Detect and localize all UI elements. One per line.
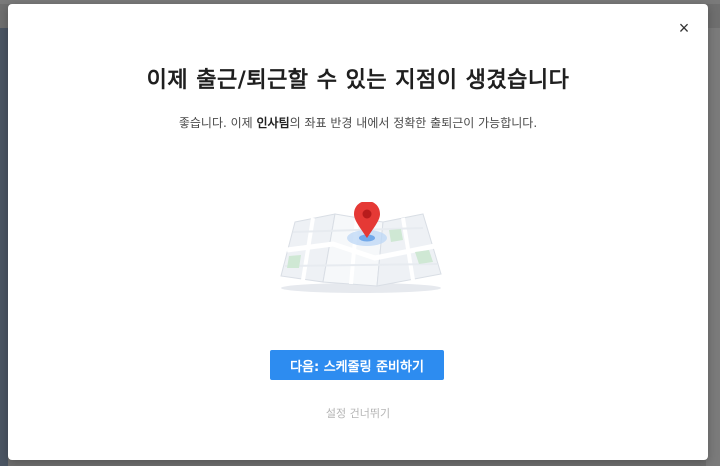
skip-setup-link[interactable]: 설정 건너뛰기 [8,405,708,421]
subtitle-prefix: 좋습니다. 이제 [178,116,257,130]
close-icon: × [678,18,690,38]
subtitle-team-name: 인사팀 [256,116,290,130]
background-right-panel [706,28,720,466]
modal-title: 이제 출근/퇴근할 수 있는 지점이 생겼습니다 [146,68,570,93]
next-scheduling-button[interactable]: 다음: 스케줄링 준비하기 [270,350,444,380]
map-pin-illustration [280,202,442,293]
background-sidebar [0,28,8,466]
modal-overlay[interactable]: × 이제 출근/퇴근할 수 있는 지점이 생겼습니다 좋습니다. 이제 인사팀의… [0,0,720,466]
subtitle-suffix: 의 좌표 반경 내에서 정확한 출퇴근이 가능합니다. [289,116,538,130]
location-created-modal: × 이제 출근/퇴근할 수 있는 지점이 생겼습니다 좋습니다. 이제 인사팀의… [8,4,708,460]
close-button[interactable]: × [674,18,694,38]
modal-subtitle: 좋습니다. 이제 인사팀의 좌표 반경 내에서 정확한 출퇴근이 가능합니다. [8,114,708,131]
